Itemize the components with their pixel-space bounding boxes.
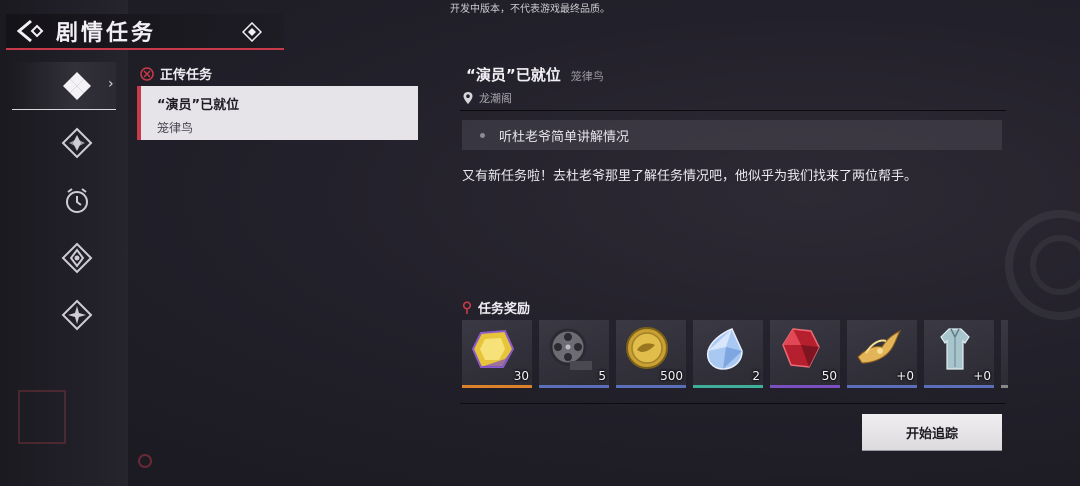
red-gem-icon bbox=[782, 328, 820, 368]
sidebar-item-side-story[interactable] bbox=[56, 122, 98, 164]
reward-count: 2 bbox=[752, 369, 760, 383]
quest-location: 龙潮阁 bbox=[462, 90, 512, 106]
active-chevron-icon: › bbox=[108, 76, 114, 92]
blue-crystal-icon bbox=[706, 328, 743, 370]
sidebar-item-main-story[interactable] bbox=[56, 65, 98, 107]
quest-location-label: 龙潮阁 bbox=[479, 92, 512, 105]
quest-description: 又有新任务啦！去杜老爷那里了解任务情况吧，他似乎为我们找来了两位帮手。 bbox=[462, 169, 918, 184]
reward-item[interactable]: 50 bbox=[770, 320, 840, 388]
rewards-divider bbox=[460, 403, 1006, 404]
quest-category: 正传任务 bbox=[140, 64, 212, 83]
reward-marker-icon bbox=[462, 300, 472, 314]
quest-detail-header: “演员”已就位 笼律鸟 bbox=[466, 64, 604, 85]
star-diamond-icon bbox=[61, 299, 93, 331]
location-pin-icon bbox=[463, 92, 473, 104]
start-tracking-button[interactable]: 开始追踪 bbox=[862, 414, 1002, 450]
reward-item[interactable]: 2 bbox=[693, 320, 763, 388]
reward-item[interactable]: +0 bbox=[847, 320, 917, 388]
quest-objective: 听杜老爷简单讲解情况 bbox=[462, 120, 1002, 150]
quest-item-subtitle: 笼律鸟 bbox=[157, 121, 194, 135]
film-reel-icon bbox=[549, 328, 592, 370]
diamond-emblem-icon bbox=[242, 22, 262, 42]
yellow-gem-icon bbox=[471, 329, 515, 368]
rewards-list: 30 5 500 2 50 +0 +0 bbox=[462, 320, 1008, 390]
four-diamond-icon bbox=[63, 72, 91, 100]
reward-count: +0 bbox=[973, 369, 991, 383]
back-button[interactable] bbox=[6, 13, 56, 49]
reward-count: 5 bbox=[598, 369, 606, 383]
reward-count: 50 bbox=[821, 369, 837, 383]
golden-phoenix-icon bbox=[857, 329, 902, 364]
sidebar-item-special[interactable] bbox=[56, 294, 98, 336]
quest-detail-title: “演员”已就位 bbox=[466, 66, 561, 84]
reward-item-partial[interactable] bbox=[1001, 320, 1008, 388]
reward-item[interactable]: +0 bbox=[924, 320, 994, 388]
objective-bullet-icon bbox=[480, 132, 485, 138]
dev-notice: 开发中版本，不代表游戏最终品质。 bbox=[450, 4, 610, 15]
page-header: 剧情任务 bbox=[6, 14, 284, 50]
reward-count: +0 bbox=[896, 369, 914, 383]
rewards-header: 任务奖励 bbox=[462, 298, 530, 317]
quest-category-label: 正传任务 bbox=[160, 68, 213, 83]
quest-objective-text: 听杜老爷简单讲解情况 bbox=[499, 129, 630, 145]
reward-item[interactable]: 30 bbox=[462, 320, 532, 388]
back-arrow-icon bbox=[17, 19, 44, 43]
page-title: 剧情任务 bbox=[56, 21, 157, 46]
reward-item[interactable]: 500 bbox=[616, 320, 686, 388]
reward-item[interactable]: 5 bbox=[539, 320, 609, 388]
quest-detail-npc: 笼律鸟 bbox=[570, 70, 604, 83]
reward-count: 500 bbox=[660, 369, 683, 383]
rewards-title: 任务奖励 bbox=[478, 302, 531, 317]
quest-list-item[interactable]: “演员”已就位 笼律鸟 bbox=[137, 86, 418, 140]
arrow-diamond-icon bbox=[61, 242, 93, 274]
gold-coin-icon bbox=[626, 327, 668, 369]
reward-count: 30 bbox=[513, 369, 529, 383]
detail-divider bbox=[460, 110, 1006, 111]
outfit-icon bbox=[940, 328, 970, 370]
clock-icon bbox=[66, 188, 88, 213]
decorative-stamp bbox=[18, 390, 66, 444]
compass-diamond-icon bbox=[61, 127, 93, 159]
sidebar-item-event[interactable] bbox=[56, 237, 98, 279]
quest-item-title: “演员”已就位 bbox=[157, 98, 240, 113]
decorative-dot bbox=[138, 454, 152, 468]
category-badge-icon bbox=[140, 66, 154, 81]
sidebar-item-timed[interactable] bbox=[56, 180, 98, 222]
